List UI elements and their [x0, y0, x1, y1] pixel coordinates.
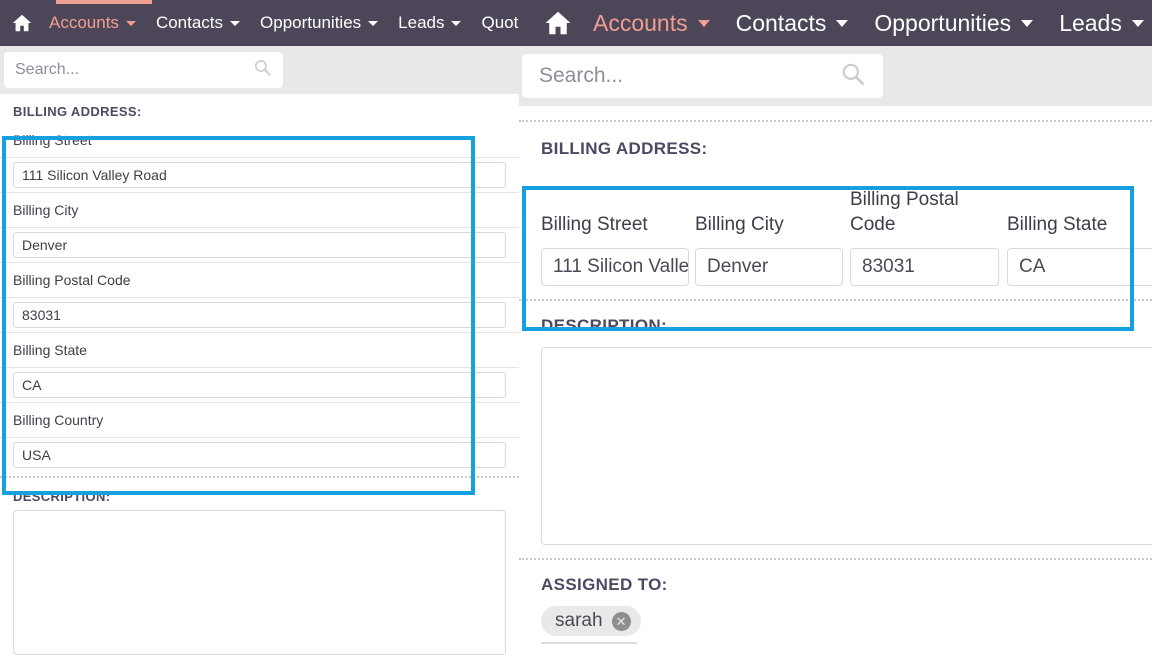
home-icon [11, 12, 33, 34]
left-panel-normal-zoom: Accounts Contacts Opportunities Leads Qu… [0, 0, 519, 672]
field-row-billing-state-label: Billing State [0, 333, 519, 368]
account-form-left: BILLING ADDRESS: Billing Street 111 Sili… [0, 94, 519, 672]
field-row-billing-country-input: USA [0, 438, 519, 472]
field-row-billing-city-input: Denver [0, 228, 519, 263]
main-navigation-bar: Accounts Contacts Opportunities Leads Qu… [0, 0, 519, 46]
billing-postal-code-input[interactable]: 83031 [850, 248, 999, 287]
nav-item-label: Opportunities [260, 13, 362, 32]
description-heading: DESCRIPTION: [541, 316, 668, 336]
billing-address-heading: BILLING ADDRESS: [541, 139, 708, 158]
field-row-billing-postal-code-input: 83031 [0, 298, 519, 333]
field-row-billing-state-input: CA [0, 368, 519, 403]
assigned-user-tag[interactable]: sarah ✕ [541, 606, 641, 637]
billing-street-label: Billing Street [541, 214, 648, 236]
billing-country-label: Billing Country [13, 412, 104, 428]
billing-city-input[interactable]: Denver [695, 248, 843, 287]
field-row-billing-street-input: 111 Silicon Valley Road [0, 158, 519, 193]
nav-item-label: Accounts [593, 9, 688, 36]
billing-address-heading: BILLING ADDRESS: [13, 104, 142, 119]
billing-city-group: Billing City Denver [695, 212, 850, 287]
billing-street-input[interactable]: 111 Silicon Valle [541, 248, 689, 287]
chevron-down-icon [230, 20, 241, 26]
field-row-billing-country-label: Billing Country [0, 403, 519, 438]
assigned-user-name: sarah [555, 610, 603, 632]
description-textarea[interactable] [13, 510, 506, 655]
assigned-to-field[interactable]: sarah ✕ [519, 595, 1152, 645]
field-row-billing-postal-code-label: Billing Postal Code [0, 263, 519, 298]
chevron-down-icon [125, 20, 136, 26]
billing-postal-code-label: Billing Postal Code [850, 189, 959, 236]
home-icon [543, 8, 573, 38]
chevron-down-icon [451, 20, 462, 26]
active-tab-underline [56, 0, 152, 4]
chevron-down-icon [697, 19, 710, 27]
billing-address-fields: Billing Street 111 Silicon Valley Road B… [0, 123, 519, 472]
chevron-down-icon [368, 20, 379, 26]
nav-item-label: Opportunities [874, 9, 1012, 36]
nav-item-quotes[interactable]: Quotes [471, 13, 519, 33]
billing-country-input[interactable]: USA [13, 442, 506, 468]
main-navigation-bar-zoomed: Accounts Contacts Opportunities Leads Qu… [519, 0, 1152, 46]
assigned-to-heading: ASSIGNED TO: [541, 575, 668, 595]
nav-item-label: Quotes [481, 13, 519, 32]
nav-item-label: Leads [398, 13, 445, 32]
assigned-to-underline [541, 642, 637, 645]
chevron-down-icon [1021, 19, 1034, 27]
billing-street-input[interactable]: 111 Silicon Valley Road [13, 162, 506, 188]
nav-item-accounts[interactable]: Accounts [580, 10, 723, 37]
nav-item-leads[interactable]: Leads [388, 13, 471, 33]
billing-state-group: Billing State CA [1007, 212, 1152, 287]
search-toolbar: Search... [0, 46, 519, 94]
nav-item-label: Contacts [735, 9, 827, 36]
nav-item-label: Accounts [49, 13, 119, 32]
nav-item-opportunities[interactable]: Opportunities [250, 13, 388, 33]
billing-street-label: Billing Street [13, 132, 92, 148]
billing-state-input[interactable]: CA [13, 372, 506, 398]
billing-state-input[interactable]: CA [1007, 248, 1152, 287]
search-placeholder: Search... [539, 64, 624, 87]
billing-state-label: Billing State [13, 342, 87, 358]
home-nav-button[interactable] [5, 12, 39, 34]
description-textarea[interactable] [541, 347, 1152, 546]
screenshot-root: Accounts Contacts Opportunities Leads Qu… [0, 0, 1152, 672]
close-circle-icon[interactable]: ✕ [611, 611, 631, 631]
search-input[interactable]: Search... [4, 52, 283, 88]
billing-postal-code-label: Billing Postal Code [13, 272, 131, 288]
account-form-right: BILLING ADDRESS: Billing Street 111 Sili… [519, 120, 1152, 672]
billing-city-label: Billing City [13, 202, 79, 218]
billing-address-fields-row: Billing Street 111 Silicon Valle Billing… [519, 159, 1152, 287]
search-icon[interactable] [253, 58, 272, 82]
billing-city-input[interactable]: Denver [13, 232, 506, 258]
chevron-down-icon [836, 19, 849, 27]
search-input[interactable]: Search... [522, 54, 883, 98]
nav-item-contacts[interactable]: Contacts [146, 13, 250, 33]
right-panel-zoomed: Accounts Contacts Opportunities Leads Qu… [519, 0, 1152, 672]
billing-state-label: Billing State [1007, 214, 1108, 236]
nav-item-opportunities[interactable]: Opportunities [861, 10, 1046, 37]
search-toolbar-zoomed: Search... [519, 46, 1152, 106]
nav-item-leads[interactable]: Leads [1046, 10, 1152, 37]
home-nav-button[interactable] [536, 8, 580, 38]
billing-postal-code-input[interactable]: 83031 [13, 302, 506, 328]
search-placeholder: Search... [15, 61, 80, 78]
billing-city-label: Billing City [695, 214, 784, 236]
nav-item-label: Leads [1059, 9, 1122, 36]
field-row-billing-city-label: Billing City [0, 193, 519, 228]
description-heading: DESCRIPTION: [13, 489, 111, 504]
nav-item-contacts[interactable]: Contacts [723, 10, 862, 37]
billing-postal-code-group: Billing Postal Code 83031 [850, 187, 1007, 287]
chevron-down-icon [1131, 19, 1144, 27]
billing-street-group: Billing Street 111 Silicon Valle [541, 212, 695, 287]
search-icon[interactable] [840, 61, 866, 92]
nav-item-accounts[interactable]: Accounts [39, 13, 146, 33]
field-row-billing-street-label: Billing Street [0, 123, 519, 158]
nav-item-label: Contacts [155, 13, 224, 32]
